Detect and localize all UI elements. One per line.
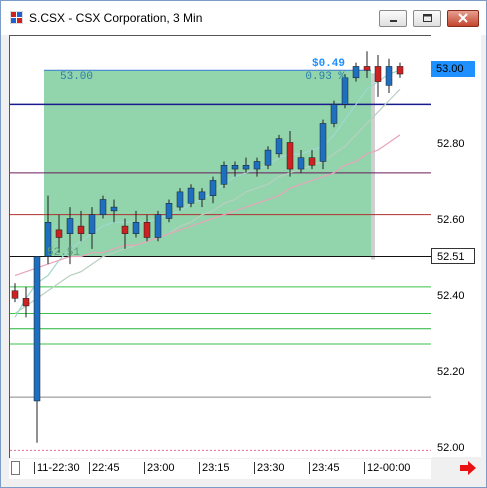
candle-body [209, 180, 217, 196]
candle-body [242, 165, 250, 170]
time-tick-label: 11-22:30 [34, 462, 80, 474]
minimize-button[interactable] [379, 10, 407, 27]
candle-body [319, 123, 327, 162]
candle-body [385, 66, 393, 86]
candle-body [132, 222, 140, 234]
profit-zone-shadow [371, 73, 375, 260]
time-scroll-handle[interactable] [11, 461, 20, 475]
time-tick-label: 23:30 [254, 462, 285, 474]
close-button[interactable] [447, 10, 479, 27]
start-price-label: 53.00 [60, 71, 93, 83]
candle-body [99, 199, 107, 215]
candle-body [220, 165, 228, 185]
candle-body [330, 104, 338, 124]
time-tick-label: 23:15 [199, 462, 230, 474]
scroll-right-arrow-icon[interactable] [459, 461, 477, 475]
candle-body [187, 187, 195, 204]
candle-body [88, 214, 96, 234]
close-icon [458, 13, 468, 23]
time-tick-label: 22:45 [89, 462, 120, 474]
price-chart[interactable]: 53.00 $0.49 0.93 % 52.51 [9, 35, 432, 458]
time-tick-label: 23:45 [309, 462, 340, 474]
price-tick-label: 52.80 [437, 138, 465, 151]
candle-body [66, 218, 74, 234]
title-bar[interactable]: S.CSX - CSX Corporation, 3 Min [1, 1, 486, 35]
entry-price-label: 52.51 [47, 247, 80, 259]
entry-price-flag: 52.51 [431, 247, 475, 264]
chart-app-icon [10, 11, 23, 24]
candle-body [22, 298, 30, 307]
price-tick-label: 52.60 [437, 214, 465, 227]
candle-body [275, 138, 283, 155]
candle-body [154, 214, 162, 238]
profit-amount-label: $0.49 [312, 58, 345, 70]
candle-body [396, 66, 404, 75]
candle-body [363, 66, 371, 71]
candle-body [286, 142, 294, 170]
chart-window: S.CSX - CSX Corporation, 3 Min 53.00 $0.4… [0, 0, 487, 488]
candle-body [55, 229, 63, 238]
candle-body [165, 203, 173, 219]
candle-body [231, 165, 239, 170]
candle-body [308, 157, 316, 166]
candle-body [143, 222, 151, 238]
time-axis[interactable]: 11-22:30 22:45 23:00 23:15 23:30 23:45 12-00:0… [9, 459, 431, 479]
price-tick-label: 52.00 [437, 442, 465, 455]
price-tick-label: 52.20 [437, 366, 465, 379]
profit-percent-label: 0.93 % [305, 71, 345, 83]
candle-body [198, 191, 206, 200]
candle-body [121, 225, 129, 234]
candle-body [352, 66, 360, 79]
maximize-icon [423, 14, 432, 22]
maximize-button[interactable] [413, 10, 441, 27]
current-price-flag: 53.00 [431, 61, 475, 78]
candle-body [253, 161, 261, 170]
price-tick-label: 52.40 [437, 290, 465, 303]
window-title: S.CSX - CSX Corporation, 3 Min [29, 11, 203, 25]
candle-body [374, 66, 382, 82]
candle-body [11, 290, 19, 299]
minimize-icon [390, 20, 397, 22]
candle-body [297, 157, 305, 170]
candle-body [77, 225, 85, 234]
candle-body [264, 149, 272, 166]
time-tick-label: 12-00:00 [364, 462, 410, 474]
candle-body [33, 256, 41, 402]
price-axis[interactable]: 53.0052.8052.6052.4052.2052.0053.0052.51 [431, 35, 481, 457]
candlestick-plot[interactable]: 53.00 $0.490.93 % 52.51 [10, 36, 432, 458]
candle-body [110, 206, 118, 212]
time-tick-label: 23:00 [144, 462, 175, 474]
candle-body [176, 191, 184, 208]
